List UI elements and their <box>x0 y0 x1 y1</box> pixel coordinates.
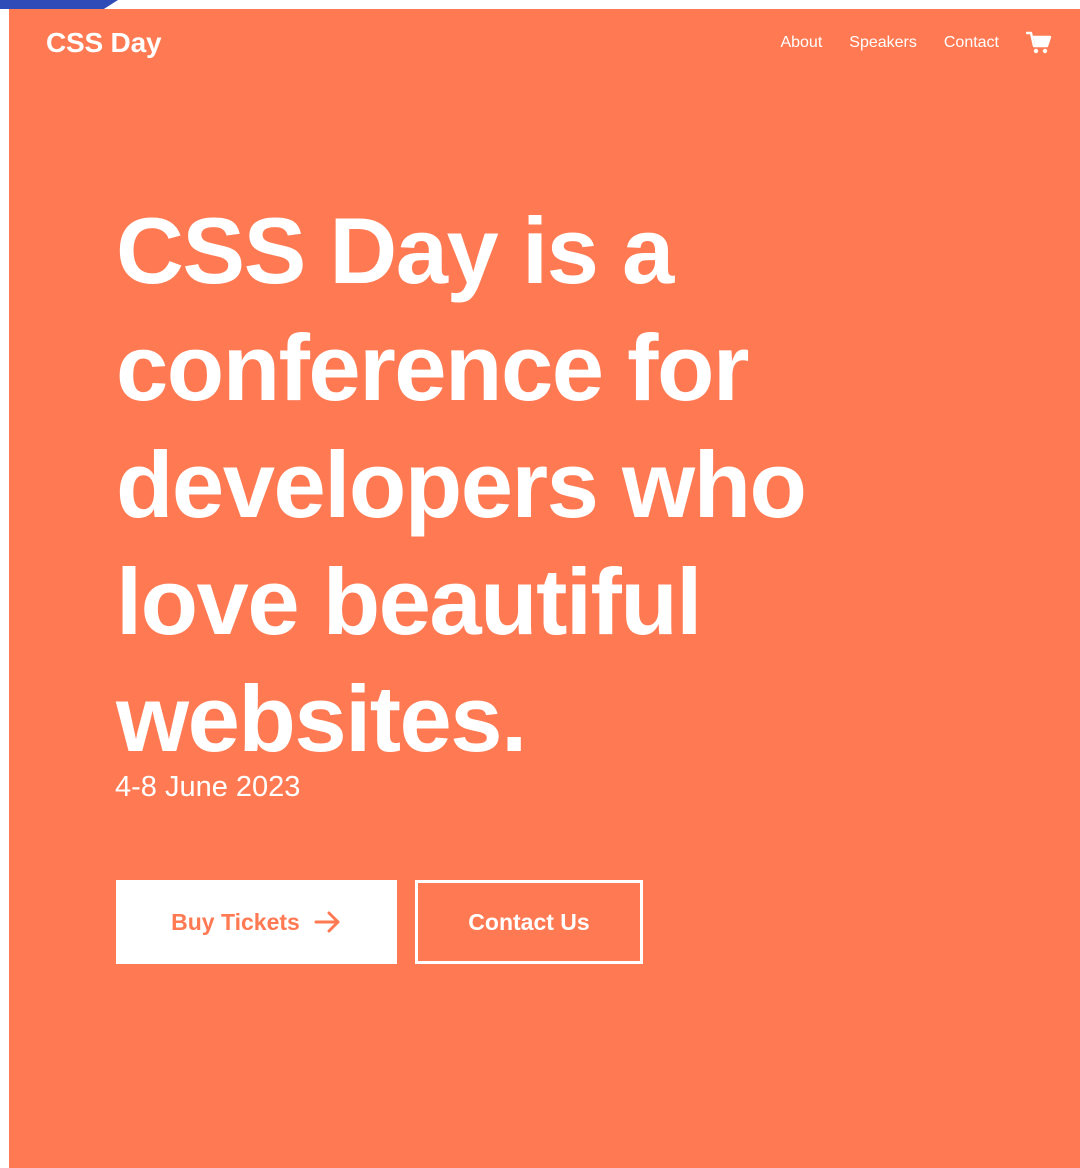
shopping-cart-icon[interactable] <box>1026 31 1052 55</box>
headline-line-3: developers who <box>116 432 807 537</box>
contact-us-button[interactable]: Contact Us <box>415 880 643 964</box>
buy-tickets-button[interactable]: Buy Tickets <box>116 880 397 964</box>
corner-accent <box>0 0 118 9</box>
headline-line-4: love beautiful <box>116 549 702 654</box>
arrow-right-icon <box>314 911 340 933</box>
site-logo[interactable]: CSS Day <box>46 25 162 61</box>
page: CSS Day About Speakers Contact CSS Day i… <box>0 0 1080 1168</box>
buy-tickets-label: Buy Tickets <box>171 908 300 935</box>
contact-us-label: Contact Us <box>468 908 590 935</box>
headline-line-1: CSS Day is a <box>116 198 674 303</box>
event-date: 4-8 June 2023 <box>115 771 301 803</box>
nav-link-speakers[interactable]: Speakers <box>849 33 917 53</box>
nav-link-contact[interactable]: Contact <box>944 33 999 53</box>
headline-line-2: conference for <box>116 315 749 420</box>
hero-section: CSS Day About Speakers Contact CSS Day i… <box>9 9 1080 1168</box>
hero-headline: CSS Day is a conference for developers w… <box>116 192 1016 777</box>
nav-link-about[interactable]: About <box>780 33 822 53</box>
headline-line-5: websites. <box>116 666 527 771</box>
main-nav: About Speakers Contact <box>780 31 1052 55</box>
